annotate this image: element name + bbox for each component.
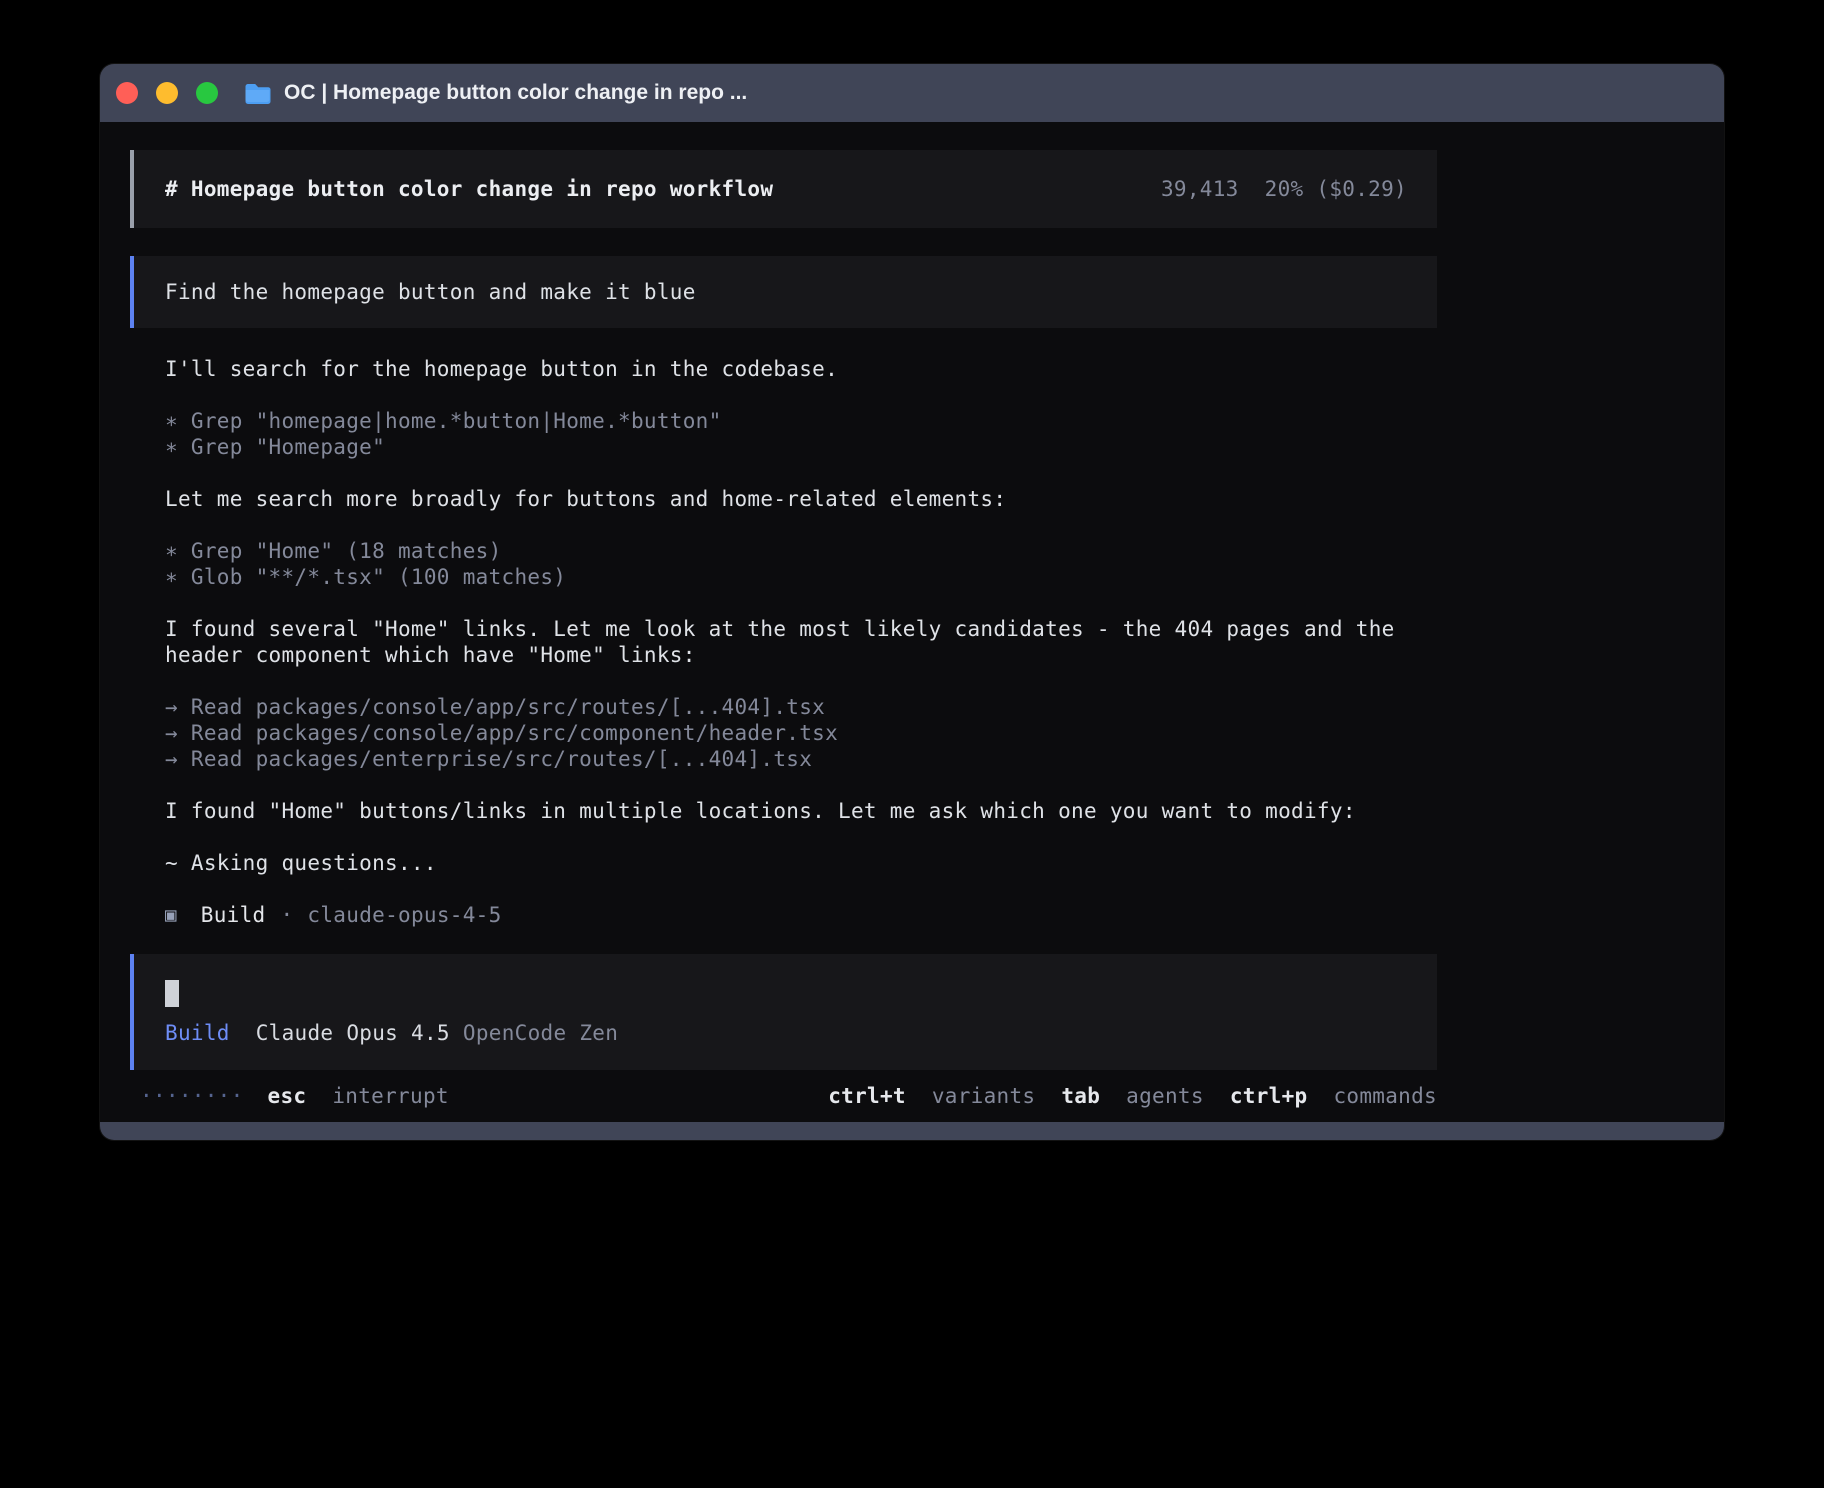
ctrl-t-key: ctrl+t — [828, 1084, 906, 1108]
window-title: OC | Homepage button color change in rep… — [284, 81, 747, 105]
window-titlebar[interactable]: OC | Homepage button color change in rep… — [100, 64, 1724, 122]
assistant-message: Let me search more broadly for buttons a… — [165, 486, 1437, 512]
folder-icon — [244, 82, 271, 104]
token-count: 39,413 — [1161, 177, 1239, 201]
tool-call-glob: ∗ Glob "**/*.tsx" (100 matches) — [165, 564, 1437, 590]
model-name-label: Claude Opus 4.5 — [256, 1021, 450, 1045]
window-bottom-chrome — [100, 1122, 1724, 1140]
esc-label: interrupt — [332, 1084, 449, 1108]
session-header: # Homepage button color change in repo w… — [130, 150, 1437, 228]
assistant-message: I found several "Home" links. Let me loo… — [165, 616, 1437, 668]
agents-label: agents — [1126, 1084, 1204, 1108]
zoom-window-button[interactable] — [196, 82, 218, 104]
agent-name: Build — [201, 902, 266, 928]
input-model-line: Build Claude Opus 4.5 OpenCode Zen — [165, 1021, 1410, 1045]
status-bar: ········ esc interrupt ctrl+t variants t… — [130, 1083, 1437, 1109]
hint-agents: tab agents — [1061, 1084, 1203, 1108]
tool-call-read: → Read packages/console/app/src/routes/[… — [165, 694, 1437, 720]
spinner-dots: ········ — [140, 1084, 244, 1108]
context-cost: 20% ($0.29) — [1265, 177, 1407, 201]
close-window-button[interactable] — [116, 82, 138, 104]
traffic-lights — [116, 82, 218, 104]
hint-commands: ctrl+p commands — [1230, 1084, 1437, 1108]
tool-call-read: → Read packages/enterprise/src/routes/[.… — [165, 746, 1437, 772]
hint-variants: ctrl+t variants — [828, 1084, 1035, 1108]
agent-status-line: ▣ Build · claude-opus-4-5 — [165, 902, 1437, 928]
session-title: # Homepage button color change in repo w… — [165, 177, 773, 201]
assistant-transcript: I'll search for the homepage button in t… — [130, 356, 1437, 928]
agent-model: claude-opus-4-5 — [307, 902, 501, 928]
terminal-content: # Homepage button color change in repo w… — [100, 122, 1724, 1122]
ctrl-p-key: ctrl+p — [1230, 1084, 1308, 1108]
text-cursor — [165, 980, 179, 1007]
commands-label: commands — [1333, 1084, 1437, 1108]
tab-key: tab — [1061, 1084, 1100, 1108]
user-message: Find the homepage button and make it blu… — [130, 256, 1437, 328]
tool-call-grep: ∗ Grep "Homepage" — [165, 434, 1437, 460]
tool-call-grep: ∗ Grep "homepage|home.*button|Home.*butt… — [165, 408, 1437, 434]
prompt-input[interactable]: Build Claude Opus 4.5 OpenCode Zen — [130, 954, 1437, 1070]
variants-label: variants — [932, 1084, 1036, 1108]
provider-label: OpenCode Zen — [463, 1021, 618, 1045]
terminal-window: OC | Homepage button color change in rep… — [100, 64, 1724, 1140]
esc-key: esc — [268, 1084, 307, 1108]
minimize-window-button[interactable] — [156, 82, 178, 104]
agent-model-separator: · — [280, 902, 293, 928]
tool-call-read: → Read packages/console/app/src/componen… — [165, 720, 1437, 746]
agent-icon: ▣ — [165, 902, 177, 928]
asking-questions-status: ~ Asking questions... — [165, 850, 1437, 876]
session-stats: 39,413 20% ($0.29) — [1161, 177, 1407, 201]
hint-interrupt: esc interrupt — [268, 1084, 449, 1108]
user-message-text: Find the homepage button and make it blu… — [165, 280, 696, 304]
assistant-message: I found "Home" buttons/links in multiple… — [165, 798, 1437, 824]
tool-call-grep: ∗ Grep "Home" (18 matches) — [165, 538, 1437, 564]
assistant-message: I'll search for the homepage button in t… — [165, 356, 1437, 382]
agent-mode-label: Build — [165, 1021, 230, 1045]
